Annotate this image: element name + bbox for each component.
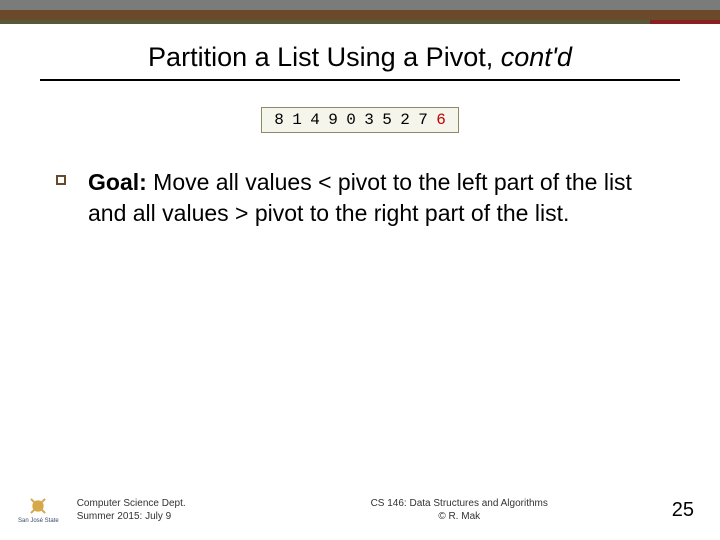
slide-content: Goal: Move all values < pivot to the lef… xyxy=(56,167,664,229)
logo-text: San José State xyxy=(18,518,59,524)
course-line-1: CS 146: Data Structures and Algorithms xyxy=(247,497,672,510)
page-number: 25 xyxy=(672,499,694,522)
footer-left: Computer Science Dept. Summer 2015: July… xyxy=(77,497,247,523)
dept-line-1: Computer Science Dept. xyxy=(77,497,247,510)
bar-gray xyxy=(0,0,720,10)
slide-title: Partition a List Using a Pivot, cont'd xyxy=(148,42,572,73)
array-cell: 4 xyxy=(306,111,324,129)
slide-footer: San José State Computer Science Dept. Su… xyxy=(0,496,720,524)
array-cell: 1 xyxy=(288,111,306,129)
university-logo: San José State xyxy=(18,496,59,524)
logo-burst-icon xyxy=(28,496,48,516)
goal-body: Move all values < pivot to the left part… xyxy=(88,169,632,226)
goal-label: Goal: xyxy=(88,169,147,195)
array-cell: 8 xyxy=(270,111,288,129)
array-cell: 2 xyxy=(396,111,414,129)
bar-brown xyxy=(0,10,720,20)
decorative-top-bars xyxy=(0,0,720,24)
title-italic: cont'd xyxy=(501,42,572,72)
bar-olive xyxy=(0,20,720,24)
array-cell: 5 xyxy=(378,111,396,129)
footer-center: CS 146: Data Structures and Algorithms ©… xyxy=(247,497,672,523)
bullet-icon xyxy=(56,175,66,185)
course-line-2: © R. Mak xyxy=(247,510,672,523)
dept-line-2: Summer 2015: July 9 xyxy=(77,510,247,523)
goal-text: Goal: Move all values < pivot to the lef… xyxy=(88,167,664,229)
array-cell: 0 xyxy=(342,111,360,129)
slide-title-area: Partition a List Using a Pivot, cont'd xyxy=(0,42,720,81)
bar-accent xyxy=(650,20,720,24)
array-display: 8149035276 xyxy=(261,107,459,133)
bullet-item: Goal: Move all values < pivot to the lef… xyxy=(56,167,664,229)
array-cell: 3 xyxy=(360,111,378,129)
array-cell: 9 xyxy=(324,111,342,129)
array-cell: 7 xyxy=(414,111,432,129)
title-main: Partition a List Using a Pivot, xyxy=(148,42,501,72)
title-underline xyxy=(40,79,680,81)
array-pivot-cell: 6 xyxy=(432,111,450,129)
